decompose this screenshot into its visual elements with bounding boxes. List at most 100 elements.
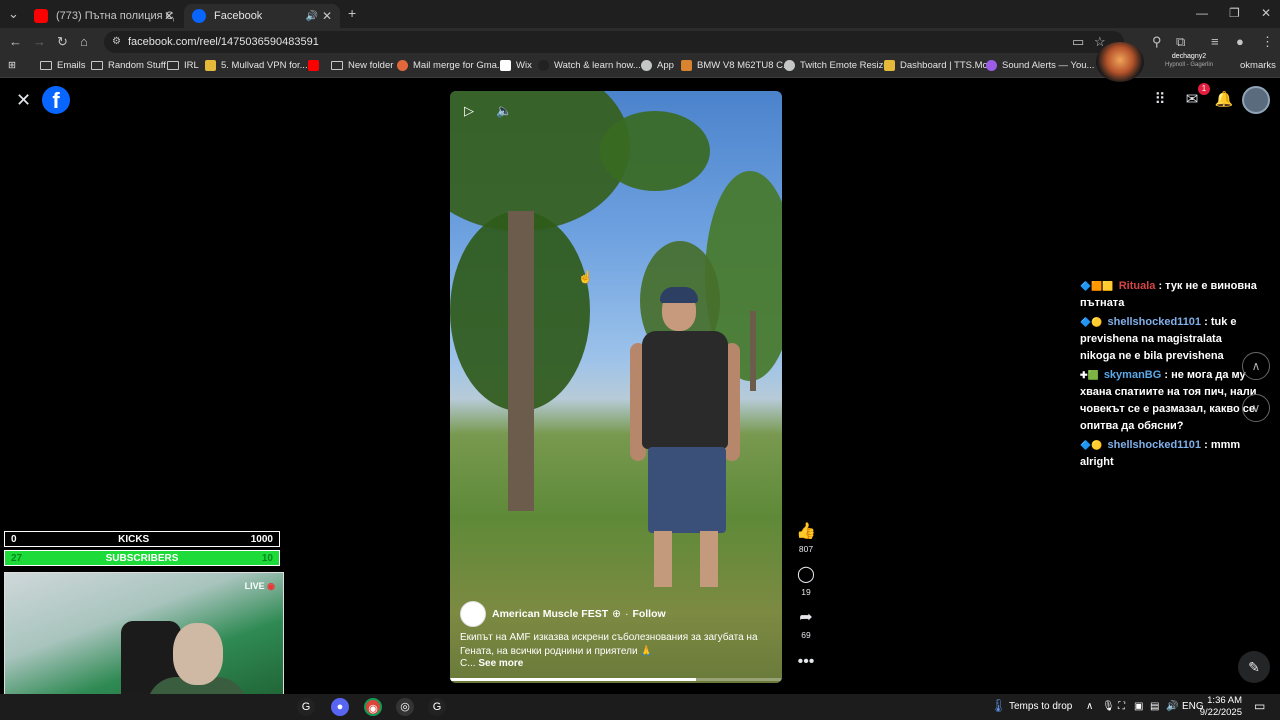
bookmark-new-folder[interactable]: New folder [331,60,393,71]
see-more-link[interactable]: See more [478,658,523,669]
tab-search-icon[interactable]: ⌄ [8,6,19,22]
bookmark-mail-merge[interactable]: Mail merge for Gma... [397,60,505,71]
bookmark-emails[interactable]: Emails [40,60,86,71]
video-progress-bar[interactable] [450,678,782,681]
follow-button[interactable]: Follow [632,608,665,620]
notification-center-icon[interactable]: ▭ [1254,699,1265,713]
separator-dot: · [624,608,629,620]
globe-icon: ⊕ [612,608,621,620]
install-icon[interactable]: ▭ [1072,34,1084,50]
bookmark-watch-learn[interactable]: Watch & learn how... [538,60,641,71]
browser-toolbar: ← → ↻ ⌂ ⚙ facebook.com/reel/147503659048… [0,28,1280,56]
apps-icon[interactable]: ⊞ [8,60,16,71]
video-tree-trunk [750,311,756,391]
wifi-icon[interactable]: ▤ [1150,701,1159,712]
close-tab-icon[interactable]: ✕ [322,9,332,23]
caption-truncated: C... [460,658,476,669]
comment-button[interactable]: ◯ 19 [792,565,820,597]
like-button[interactable]: 👍 807 [792,522,820,554]
bookmark-mullvad[interactable]: 5. Mullvad VPN for... [205,60,308,71]
tab-facebook[interactable]: Facebook 🔊 ✕ [184,4,340,28]
menu-icon[interactable]: ⋮ [1261,34,1274,50]
extension-icon[interactable]: ⚲ [1152,34,1162,50]
clock[interactable]: 1:36 AM 9/22/2025 [1198,695,1242,719]
restore-icon[interactable]: ❐ [1229,6,1240,20]
back-icon[interactable]: ← [9,34,22,49]
facebook-logo-icon[interactable]: f [42,86,70,114]
chat-message: 🔷🟡 shellshocked1101 : tuk e previshena n… [1080,314,1260,365]
video-person [654,531,672,587]
live-badge: LIVE ◉ [244,581,275,591]
more-options-button[interactable]: ••• [792,652,820,672]
notifications-bell-icon[interactable]: 🔔 [1210,86,1238,114]
mic-icon[interactable]: 🎙 [1102,701,1115,712]
bookmark-youtube[interactable] [308,60,324,71]
author-avatar[interactable] [460,601,486,627]
kicks-current: 0 [11,533,17,545]
tray-up-icon[interactable]: ∧ [1086,701,1093,712]
network-tray-icon[interactable]: ⛶ [1118,701,1125,712]
account-avatar[interactable] [1242,86,1270,114]
bookmark-wix[interactable]: Wix [500,60,532,71]
kicks-goal-bar: 0 KICKS 1000 [4,531,280,547]
volume-icon[interactable]: 🔈 [496,103,512,119]
wix-icon [500,60,511,71]
chat-badges-icon: 🔷🟧🟨 [1080,281,1114,291]
obs-icon[interactable]: ◎ [396,698,414,716]
reload-icon[interactable]: ↻ [57,34,68,50]
new-tab-icon[interactable]: + [348,5,356,21]
url-text: facebook.com/reel/1475036590483591 [128,36,319,48]
share-icon: ➦ [799,609,813,626]
share-button[interactable]: ➦ 69 [792,608,820,640]
reel-author-row: American Muscle FEST ⊕ · Follow [460,601,666,627]
streamer-info: dechagny2 Hypnoll - Gagerlin [1150,52,1228,70]
subs-label: SUBSCRIBERS [105,552,179,564]
chrome-icon[interactable]: ◉ [364,698,382,716]
bookmark-irl[interactable]: IRL [167,60,199,71]
profile-icon[interactable]: ● [1236,34,1244,49]
bookmark-random-stuff[interactable]: Random Stuff [91,60,166,71]
media-control-icon[interactable]: ≡ [1211,34,1219,49]
minimize-icon[interactable]: — [1196,6,1208,20]
bookmark-all[interactable]: okmarks [1240,60,1276,71]
weather-text[interactable]: Temps to drop [1009,701,1072,712]
bookmark-app[interactable]: App [641,60,674,71]
discord-icon[interactable]: ● [331,698,349,716]
speaker-icon[interactable]: 🔊 [306,11,318,22]
chat-message: ✚🟩 skymanBG : не мога да му хвана спатии… [1080,367,1260,435]
next-reel-icon[interactable]: ∨ [1242,394,1270,422]
close-tab-icon[interactable]: ✕ [164,9,174,23]
reel-video[interactable]: ▷ 🔈 American Muscle FEST ⊕ · Follow Екип… [450,91,782,683]
new-message-icon[interactable]: ✎ [1238,651,1270,683]
reel-see-more-row: C... See more [460,658,523,669]
gaming-app-icon[interactable]: G [297,698,315,716]
gaming-app-icon[interactable]: G [428,698,446,716]
folder-icon [40,61,52,70]
author-name[interactable]: American Muscle FEST [492,608,608,620]
kicks-label: KICKS [118,533,150,545]
previous-reel-icon[interactable]: ∧ [1242,352,1270,380]
address-bar[interactable]: ⚙ facebook.com/reel/1475036590483591 [104,31,1124,53]
tab-youtube[interactable]: (773) Пътна полиция СДВР | П ✕ [26,4,182,28]
volume-tray-icon[interactable]: 🔊 [1166,701,1178,712]
vpn-icon [205,60,216,71]
kicks-goal: 1000 [250,533,273,545]
menu-grid-icon[interactable]: ⠿ [1146,86,1174,114]
window-close-icon[interactable]: ✕ [1261,6,1271,20]
site-info-icon[interactable]: ⚙ [112,31,121,53]
webcam-person [173,623,223,685]
bookmark-dashboard[interactable]: Dashboard | TTS.Mo... [884,60,996,71]
play-icon[interactable]: ▷ [464,103,474,119]
display-tray-icon[interactable]: ▣ [1134,701,1143,712]
forward-icon[interactable]: → [33,34,46,49]
windows-taskbar: G ● ◉ ◎ G 🌡 Temps to drop ∧ 🎙 ⛶ ▣ ▤ 🔊 EN… [0,694,1280,720]
tab-title: (773) Пътна полиция СДВР | П [56,10,174,22]
bookmark-bmw[interactable]: BMW V8 M62TU8 C... [681,60,791,71]
share-count: 69 [801,630,811,640]
weather-icon[interactable]: 🌡 [990,698,1007,714]
bookmark-sound-alerts[interactable]: Sound Alerts — You... [986,60,1094,71]
extensions-puzzle-icon[interactable]: ⧉ [1176,34,1185,50]
home-icon[interactable]: ⌂ [80,34,88,49]
close-reel-icon[interactable]: ✕ [16,91,34,109]
bookmark-twitch-resizer[interactable]: Twitch Emote Resizer [784,60,892,71]
